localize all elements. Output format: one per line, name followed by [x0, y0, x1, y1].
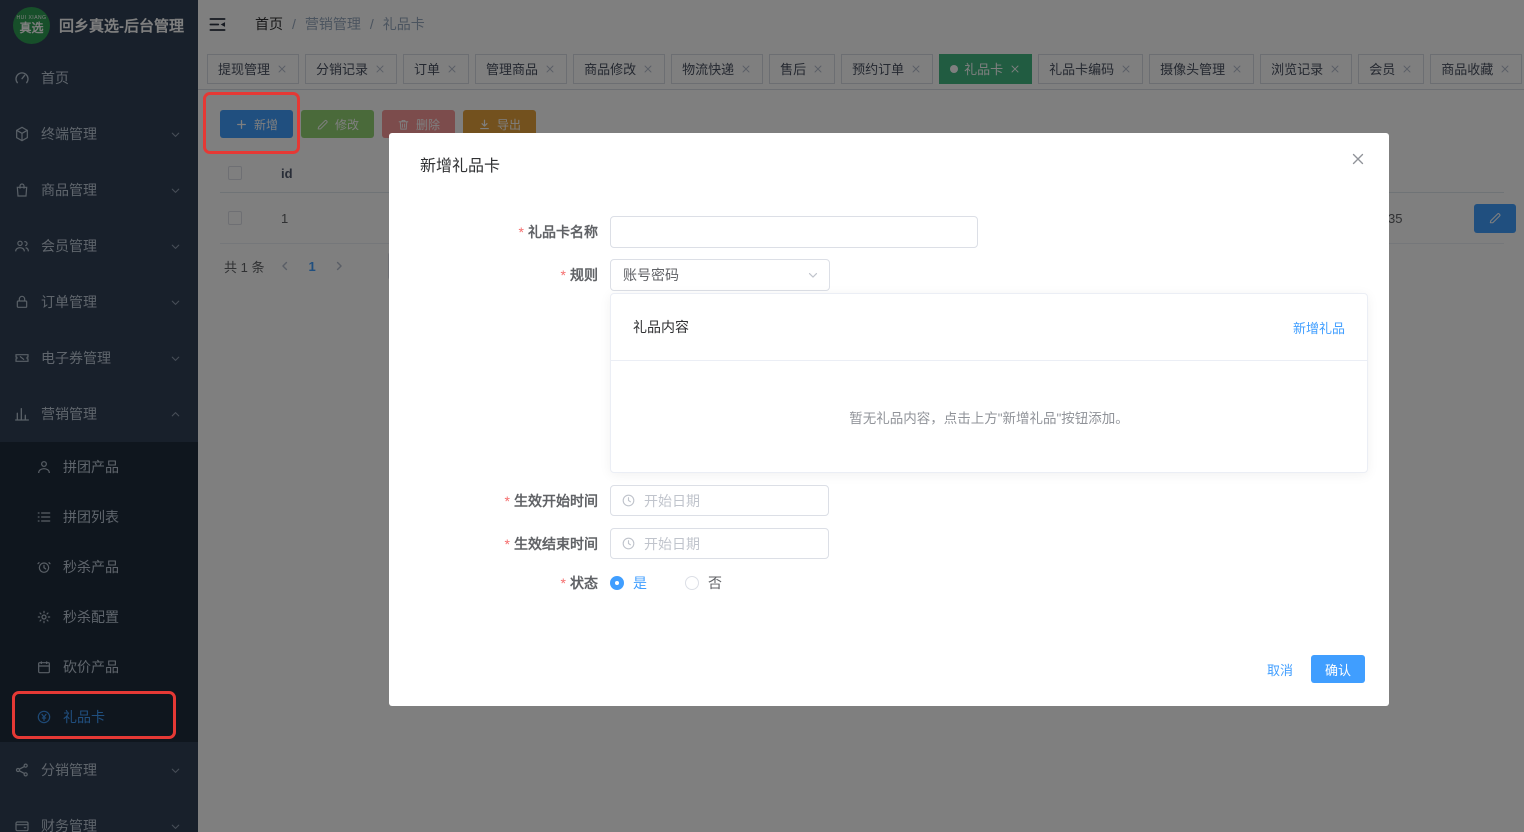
gift-content-title: 礼品内容 — [633, 317, 689, 337]
start-date-input[interactable]: 开始日期 — [610, 485, 829, 516]
add-gift-link[interactable]: 新增礼品 — [1293, 318, 1345, 337]
gift-content-panel: 礼品内容 新增礼品 暂无礼品内容，点击上方"新增礼品"按钮添加。 — [610, 293, 1368, 473]
add-gift-card-dialog: 新增礼品卡 *礼品卡名称 *规则 账号密码 礼品内容 新增礼品 暂无礼品内容，点… — [389, 133, 1389, 706]
gift-card-name-input[interactable] — [610, 216, 978, 248]
rule-row: *规则 账号密码 — [389, 259, 830, 291]
clock-icon — [621, 536, 636, 551]
dialog-title: 新增礼品卡 — [420, 152, 500, 176]
status-radio-yes[interactable] — [610, 576, 624, 590]
rule-select[interactable]: 账号密码 — [610, 259, 830, 291]
confirm-button[interactable]: 确认 — [1311, 655, 1365, 683]
status-radio-no[interactable] — [685, 576, 699, 590]
gift-card-name-row: *礼品卡名称 — [389, 216, 978, 248]
status-radio-group: 是 否 — [610, 573, 722, 593]
start-time-row: *生效开始时间 开始日期 — [389, 485, 829, 516]
dialog-footer: 取消 确认 — [1267, 655, 1365, 683]
close-icon[interactable] — [1349, 150, 1367, 168]
end-time-row: *生效结束时间 开始日期 — [389, 528, 829, 559]
gift-content-empty-text: 暂无礼品内容，点击上方"新增礼品"按钮添加。 — [611, 361, 1367, 473]
chevron-down-icon — [806, 268, 820, 282]
status-row: *状态 是 否 — [389, 573, 722, 593]
cancel-button[interactable]: 取消 — [1267, 660, 1293, 679]
clock-icon — [621, 493, 636, 508]
end-date-input[interactable]: 开始日期 — [610, 528, 829, 559]
gift-content-header: 礼品内容 新增礼品 — [611, 294, 1367, 361]
screen: HUI XIANG 真选 回乡真选-后台管理 首页 终端管理 商品管理 会员管理… — [0, 0, 1524, 832]
